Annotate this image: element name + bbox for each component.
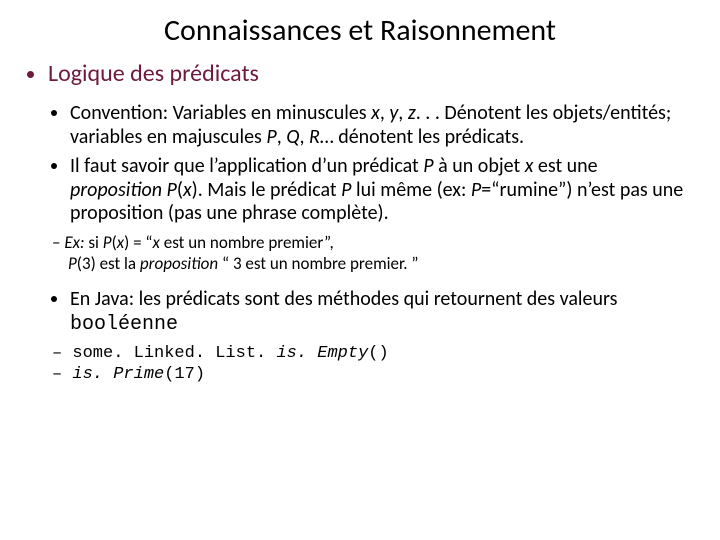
code-line-2: is. Prime(17): [68, 364, 692, 385]
code-line-1: some. Linked. List. is. Empty(): [68, 343, 692, 364]
bullet-list-2: En Java: les prédicats sont des méthodes…: [28, 288, 692, 336]
bullet-java: En Java: les prédicats sont des méthodes…: [70, 288, 692, 336]
bullet-list: Convention: Variables en minuscules x, y…: [28, 102, 692, 226]
bullet-proposition: Il faut savoir que l’application d’un pr…: [70, 155, 692, 226]
top-list: Logique des prédicats: [28, 59, 692, 88]
example-line1: Ex: si P(x) = “x est un nombre premier”,…: [68, 232, 692, 275]
bullet-convention: Convention: Variables en minuscules x, y…: [70, 102, 692, 149]
code-list: some. Linked. List. is. Empty() is. Prim…: [28, 343, 692, 386]
example-list: Ex: si P(x) = “x est un nombre premier”,…: [28, 232, 692, 275]
slide-content: Connaissances et Raisonnement Logique de…: [0, 0, 720, 415]
slide-title: Connaissances et Raisonnement: [28, 12, 692, 49]
section-heading: Logique des prédicats: [48, 59, 692, 88]
